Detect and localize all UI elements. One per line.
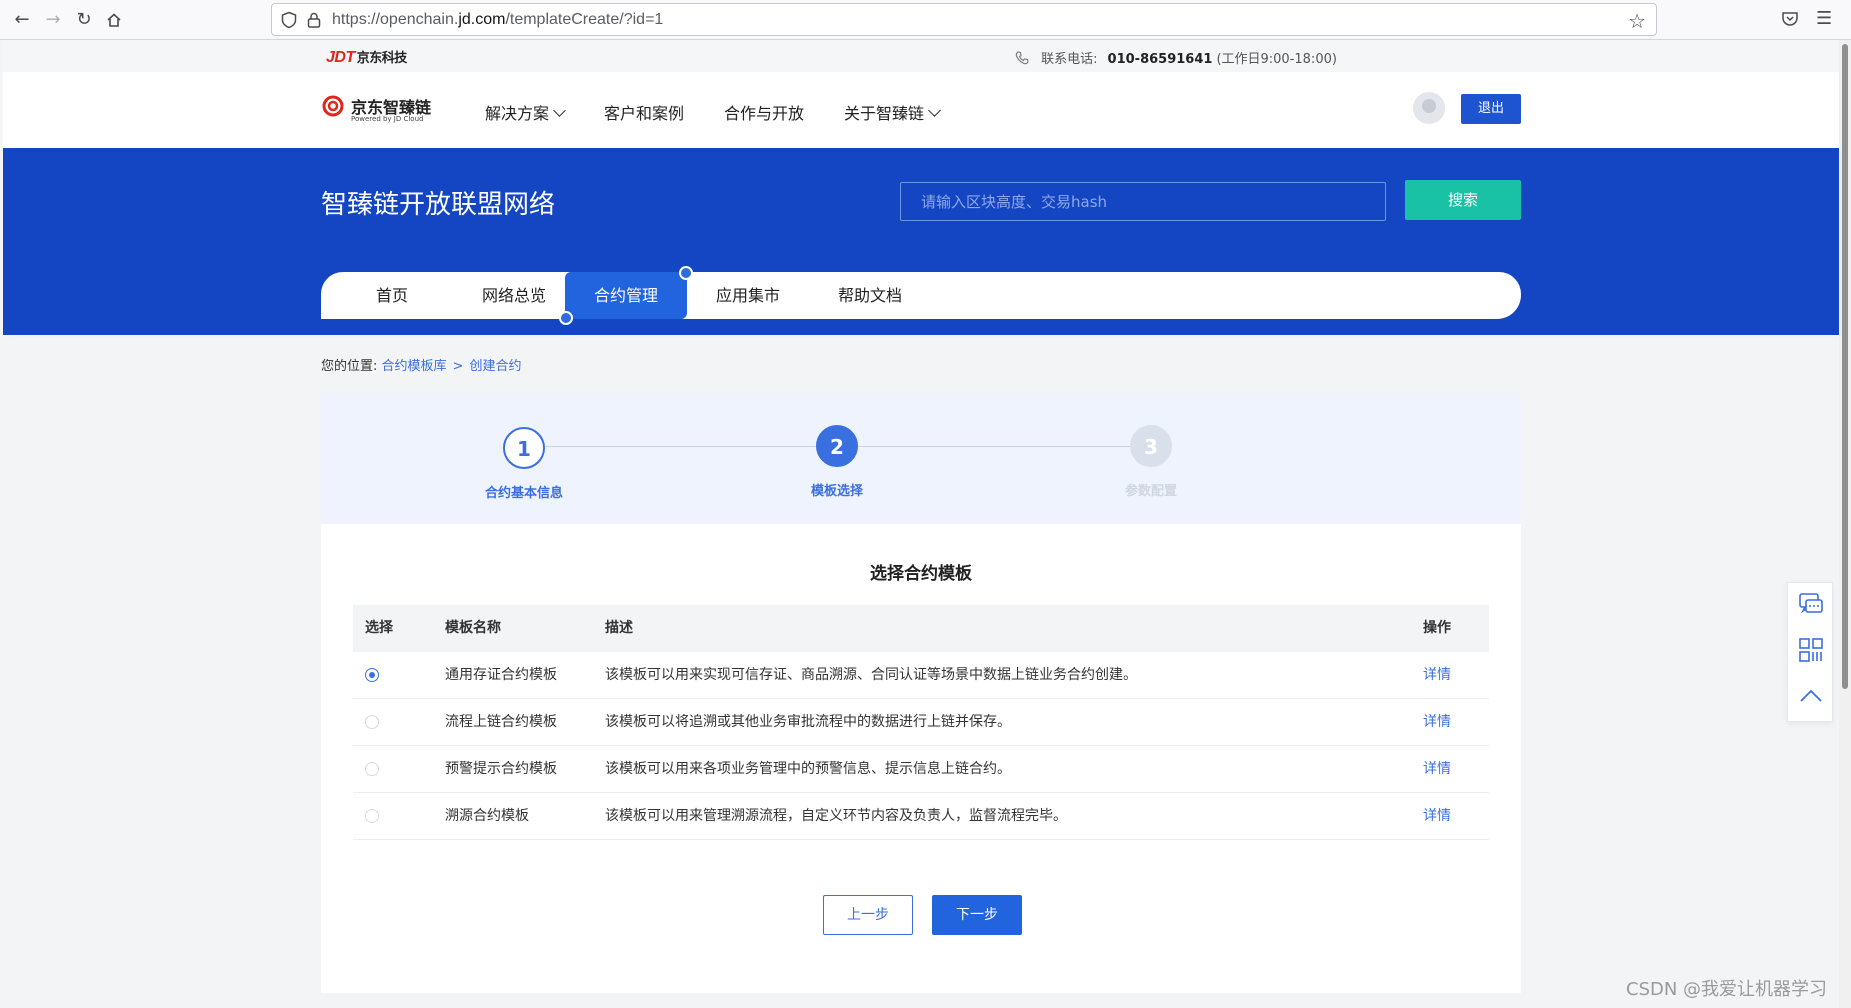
step-connector xyxy=(856,446,1130,447)
jdt-logo[interactable]: JDT 京东科技 xyxy=(326,47,407,67)
chat-icon[interactable] xyxy=(1798,591,1824,617)
back-to-top-icon[interactable] xyxy=(1798,683,1824,709)
breadcrumb-separator: > xyxy=(452,359,464,374)
phone-icon xyxy=(1015,51,1029,65)
main-nav: 解决方案 客户和案例 合作与开放 关于智臻链 xyxy=(485,100,941,124)
chevron-down-icon xyxy=(553,104,566,117)
details-link[interactable]: 详情 xyxy=(1423,652,1451,699)
create-contract-card: 1 2 3 合约基本信息 模板选择 参数配置 选择合约模板 选择 模板名称 描述… xyxy=(321,393,1521,993)
breadcrumb: 您的位置: 合约模板库 > 创建合约 xyxy=(321,355,521,374)
site-header: 京东智臻链 Powered by JD Cloud 解决方案 客户和案例 合作与… xyxy=(3,72,1839,148)
tab-corner-dot xyxy=(559,311,573,325)
section-tabs: 首页 网络总览 合约管理 应用集市 帮助文档 xyxy=(321,266,1521,325)
template-radio[interactable] xyxy=(365,809,379,823)
watermark: CSDN @我爱让机器学习 xyxy=(1626,979,1828,1000)
tab-help-docs[interactable]: 帮助文档 xyxy=(809,272,931,319)
section-title: 选择合约模板 xyxy=(870,564,972,584)
page-scrollbar[interactable] xyxy=(1839,40,1851,1008)
template-desc: 该模板可以用来实现可信存证、商品溯源、合同认证等场景中数据上链业务合约创建。 xyxy=(605,667,1137,683)
url-text[interactable]: https://openchain.jd.com/templateCreate/… xyxy=(332,11,663,29)
nav-item-cooperation[interactable]: 合作与开放 xyxy=(724,100,804,124)
hamburger-menu-icon[interactable]: ☰ xyxy=(1816,8,1832,29)
step-1-label: 合约基本信息 xyxy=(484,486,564,501)
step-connector xyxy=(542,446,816,447)
table-row[interactable]: 通用存证合约模板 该模板可以用来实现可信存证、商品溯源、合同认证等场景中数据上链… xyxy=(353,652,1489,699)
header-name: 模板名称 xyxy=(445,620,501,636)
prev-step-button[interactable]: 上一步 xyxy=(823,895,913,935)
breadcrumb-current[interactable]: 创建合约 xyxy=(469,359,521,374)
template-radio[interactable] xyxy=(365,762,379,776)
template-desc: 该模板可以用来管理溯源流程，自定义环节内容及负责人，监督流程完毕。 xyxy=(605,808,1067,824)
home-icon[interactable] xyxy=(102,8,126,32)
contact-number: 010-86591641 xyxy=(1107,52,1213,67)
lock-icon[interactable] xyxy=(306,11,322,29)
breadcrumb-prefix: 您的位置: xyxy=(321,359,378,374)
details-link[interactable]: 详情 xyxy=(1423,699,1451,746)
template-radio[interactable] xyxy=(365,668,379,682)
details-link[interactable]: 详情 xyxy=(1423,793,1451,840)
step-2-label: 模板选择 xyxy=(810,484,864,499)
reload-icon[interactable]: ↻ xyxy=(72,8,96,32)
search-input[interactable] xyxy=(900,182,1386,221)
bookmark-star-icon[interactable]: ☆ xyxy=(1628,9,1646,33)
tab-app-market[interactable]: 应用集市 xyxy=(687,272,809,319)
hero-banner: 智臻链开放联盟网络 搜索 首页 网络总览 合约管理 应用集市 帮助文档 xyxy=(3,148,1839,335)
contact-label: 联系电话: xyxy=(1041,52,1098,67)
template-name: 通用存证合约模板 xyxy=(445,667,557,683)
forward-icon[interactable]: → xyxy=(41,8,65,32)
web-page: JDT 京东科技 联系电话: 010-86591641 (工作日9:00-18:00)… xyxy=(3,40,1839,1008)
next-step-button[interactable]: 下一步 xyxy=(932,895,1022,935)
search-button[interactable]: 搜索 xyxy=(1405,180,1521,220)
page-title: 智臻链开放联盟网络 xyxy=(321,190,556,220)
breadcrumb-link-template-library[interactable]: 合约模板库 xyxy=(382,359,447,374)
chevron-down-icon xyxy=(928,104,941,117)
brand-mark-icon xyxy=(322,95,344,117)
tracking-shield-icon[interactable] xyxy=(280,11,298,29)
avatar[interactable] xyxy=(1413,92,1445,124)
contact-info: 联系电话: 010-86591641 (工作日9:00-18:00) xyxy=(1015,48,1839,67)
header-desc: 描述 xyxy=(605,620,633,636)
header-op: 操作 xyxy=(1423,620,1451,636)
logout-button[interactable]: 退出 xyxy=(1461,94,1521,124)
template-name: 流程上链合约模板 xyxy=(445,714,557,730)
scrollbar-thumb[interactable] xyxy=(1842,44,1848,689)
template-desc: 该模板可以将追溯或其他业务审批流程中的数据进行上链并保存。 xyxy=(605,714,1011,730)
table-row[interactable]: 溯源合约模板 该模板可以用来管理溯源流程，自定义环节内容及负责人，监督流程完毕。… xyxy=(353,793,1489,840)
table-row[interactable]: 流程上链合约模板 该模板可以将追溯或其他业务审批流程中的数据进行上链并保存。 详… xyxy=(353,699,1489,746)
template-name: 溯源合约模板 xyxy=(445,808,529,824)
qr-code-icon[interactable] xyxy=(1798,637,1824,663)
step-1-circle: 1 xyxy=(503,427,545,469)
template-table: 选择 模板名称 描述 操作 通用存证合约模板 该模板可以用来实现可信存证、商品溯… xyxy=(353,605,1489,840)
template-name: 预警提示合约模板 xyxy=(445,761,557,777)
contact-hours: (工作日9:00-18:00) xyxy=(1216,52,1337,67)
table-row[interactable]: 预警提示合约模板 该模板可以用来各项业务管理中的预警信息、提示信息上链合约。 详… xyxy=(353,746,1489,793)
nav-item-solutions[interactable]: 解决方案 xyxy=(485,100,566,124)
tab-contract-management[interactable]: 合约管理 xyxy=(559,266,693,325)
browser-toolbar: ← → ↻ https://openchain.jd.com/templateC… xyxy=(0,0,1851,40)
pocket-icon[interactable] xyxy=(1781,10,1799,28)
template-desc: 该模板可以用来各项业务管理中的预警信息、提示信息上链合约。 xyxy=(605,761,1011,777)
top-info-bar: JDT 京东科技 联系电话: 010-86591641 (工作日9:00-18:00) xyxy=(3,40,1839,72)
details-link[interactable]: 详情 xyxy=(1423,746,1451,793)
nav-item-about[interactable]: 关于智臻链 xyxy=(844,100,941,124)
header-select: 选择 xyxy=(365,620,393,636)
table-header: 选择 模板名称 描述 操作 xyxy=(353,605,1489,652)
floating-toolbar xyxy=(1787,582,1833,722)
step-3-label: 参数配置 xyxy=(1124,484,1178,499)
address-bar[interactable]: https://openchain.jd.com/templateCreate/… xyxy=(271,3,1657,36)
step-2-circle: 2 xyxy=(816,425,858,467)
step-3-circle: 3 xyxy=(1130,425,1172,467)
step-indicator: 1 2 3 合约基本信息 模板选择 参数配置 xyxy=(321,393,1521,524)
nav-item-customers[interactable]: 客户和案例 xyxy=(604,100,684,124)
back-icon[interactable]: ← xyxy=(10,8,34,32)
template-radio[interactable] xyxy=(365,715,379,729)
tab-home[interactable]: 首页 xyxy=(321,272,463,319)
brand-subtitle: Powered by JD Cloud xyxy=(351,115,424,123)
